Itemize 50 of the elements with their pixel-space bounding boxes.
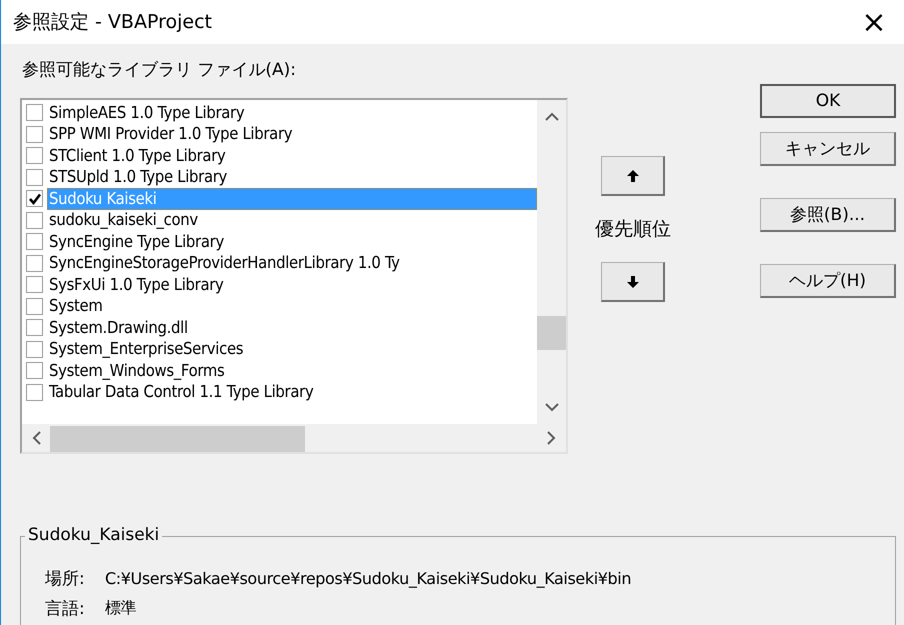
library-item[interactable]: SyncEngine Type Library [47, 230, 226, 253]
scroll-up-icon[interactable] [544, 112, 558, 122]
field-value: C:¥Users¥Sakae¥source¥repos¥Sudoku_Kaiseki¥Sudoku_Kaiseki¥bin [105, 568, 632, 588]
checkbox[interactable] [26, 212, 43, 229]
scroll-right-icon[interactable] [546, 431, 556, 445]
close-button[interactable]: × [844, 0, 904, 44]
up-arrow-icon [626, 170, 638, 182]
field-label: 場所: [45, 568, 86, 590]
dialog-button[interactable]: キャンセル [760, 132, 896, 166]
library-item[interactable]: sudoku_kaiseki_conv [47, 209, 200, 232]
scrollbar-thumb[interactable] [537, 316, 566, 350]
checkbox[interactable] [26, 298, 43, 315]
library-item[interactable]: SysFxUi 1.0 Type Library [47, 274, 226, 296]
checkbox[interactable] [26, 168, 43, 186]
dialog-button[interactable]: ヘルプ(H) [760, 264, 896, 298]
priority-label: 優先順位 [595, 217, 671, 242]
checkbox[interactable] [26, 340, 43, 358]
scroll-left-icon[interactable] [32, 431, 42, 445]
checkbox[interactable] [26, 384, 43, 401]
library-item[interactable]: STSUpld 1.0 Type Library [47, 166, 230, 188]
checkbox[interactable] [26, 126, 43, 143]
dialog-button[interactable]: 参照(B)... [760, 198, 896, 232]
library-item[interactable]: System [47, 295, 105, 318]
checkbox[interactable] [26, 190, 43, 208]
library-item[interactable]: System_Windows_Forms [47, 360, 226, 382]
checkbox[interactable] [26, 319, 43, 336]
checkbox[interactable] [26, 254, 43, 272]
field-value: 標準 [105, 598, 136, 618]
move-down-button[interactable] [601, 262, 665, 302]
group-title: Sudoku_Kaiseki [25, 525, 162, 545]
library-item[interactable]: SyncEngineStorageProviderHandlerLibrary 1.0 Ty [47, 252, 402, 274]
down-arrow-icon [626, 276, 638, 288]
list-label: 参照可能なライブラリ ファイル(A): [21, 59, 298, 82]
checkbox[interactable] [26, 147, 43, 164]
library-item[interactable]: SimpleAES 1.0 Type Library [47, 102, 246, 124]
checkbox[interactable] [26, 362, 43, 380]
dialog-button[interactable]: OK [760, 84, 896, 118]
checkbox[interactable] [26, 233, 43, 250]
scroll-down-icon[interactable] [544, 402, 558, 412]
field-label: 言語: [45, 598, 86, 620]
window-title: 参照設定 - VBAProject [13, 10, 212, 35]
library-item[interactable]: STClient 1.0 Type Library [47, 144, 228, 167]
library-item[interactable]: System.Drawing.dll [47, 316, 190, 339]
library-item[interactable]: SPP WMI Provider 1.0 Type Library [47, 123, 294, 146]
checkbox[interactable] [26, 104, 43, 122]
library-item[interactable]: System_EnterpriseServices [47, 338, 246, 360]
library-item[interactable]: Tabular Data Control 1.1 Type Library [47, 381, 316, 404]
scrollbar-thumb[interactable] [50, 426, 305, 452]
checkbox[interactable] [26, 276, 43, 294]
move-up-button[interactable] [601, 156, 665, 196]
